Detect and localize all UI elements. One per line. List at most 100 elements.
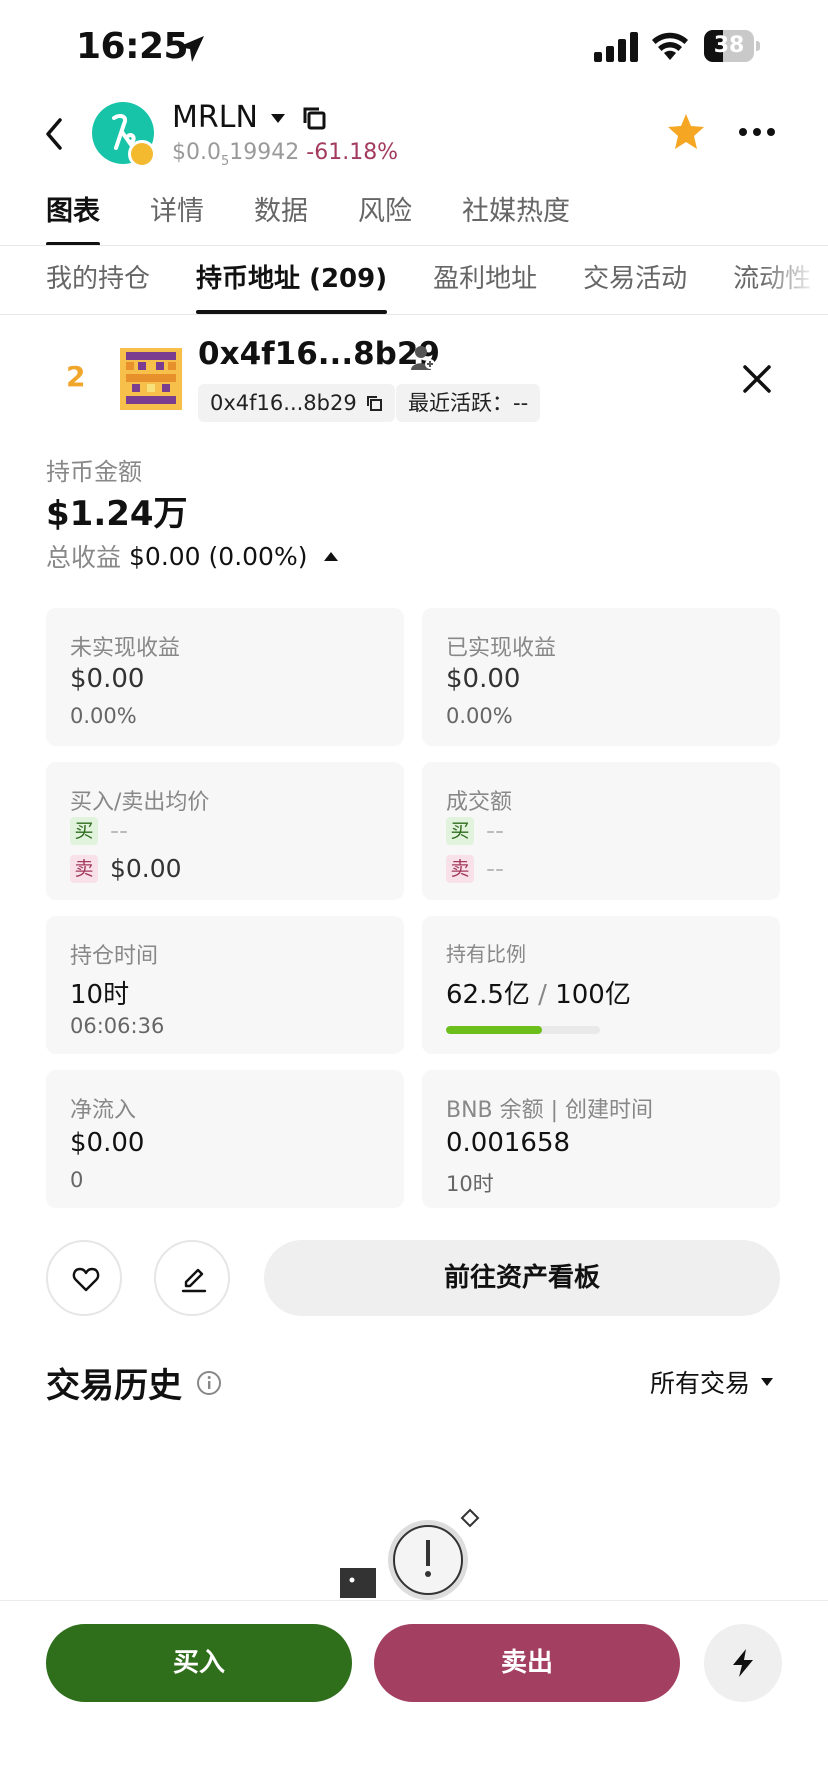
total-pnl-label: 总收益: [46, 543, 122, 572]
tab-data[interactable]: 数据: [254, 192, 308, 246]
total-supply: 100亿: [555, 980, 631, 1010]
holder-address-title: 0x4f16...8b29: [198, 336, 440, 372]
caret-down-icon[interactable]: [270, 112, 286, 124]
battery-text: 38: [713, 33, 745, 58]
realized-label: 已实现收益: [446, 636, 557, 661]
total-pnl-value: $0.00 (0.00%): [129, 541, 308, 571]
hold-time-value: 10时: [70, 980, 130, 1010]
hold-ratio-value: 62.5亿 / 100亿: [446, 974, 631, 1011]
buy-button[interactable]: 买入: [46, 1624, 352, 1702]
realized-pnl-card: 已实现收益 $0.00 0.00%: [422, 608, 780, 746]
avg-sell-line: 卖 $0.00: [70, 854, 182, 883]
battery-cap: [756, 41, 760, 51]
created-time: 10时: [446, 1172, 494, 1196]
avg-buy-value: --: [110, 816, 129, 845]
status-time: 16:25: [76, 26, 189, 67]
sell-tag: 卖: [446, 854, 474, 883]
subtabs-fade: [760, 258, 828, 310]
subtab-activity[interactable]: 交易活动: [583, 258, 687, 314]
hold-ratio-label: 持有比例: [446, 942, 526, 966]
price-prefix: $0.0: [172, 140, 221, 165]
info-icon[interactable]: [196, 1370, 222, 1396]
last-active-chip: 最近活跃：--: [396, 384, 541, 422]
hold-ratio-card: 持有比例 62.5亿 / 100亿: [422, 916, 780, 1054]
price-digits: 19942: [229, 140, 300, 165]
signal-icon: [594, 32, 638, 62]
total-pnl-row[interactable]: 总收益 $0.00 (0.00%): [46, 538, 339, 574]
sell-button[interactable]: 卖出: [374, 1624, 680, 1702]
trade-history-title: 交易历史: [46, 1366, 182, 1406]
price-subscript: 5: [220, 154, 230, 169]
bnb-balance-label: BNB 余额 | 创建时间: [446, 1098, 654, 1123]
edit-icon: [181, 1268, 207, 1293]
subtab-profitable[interactable]: 盈利地址: [433, 258, 537, 314]
more-icon[interactable]: [738, 126, 776, 138]
avg-price-card: 买入/卖出均价 买 -- 卖 $0.00: [46, 762, 404, 900]
realized-value: $0.00: [446, 664, 521, 694]
subtab-my-position[interactable]: 我的持仓: [46, 258, 150, 314]
unrealized-pnl-card: 未实现收益 $0.00 0.00%: [46, 608, 404, 746]
wifi-icon: [652, 32, 688, 60]
token-name[interactable]: MRLN: [172, 100, 258, 135]
volume-buy-value: --: [486, 816, 505, 845]
asset-dashboard-button[interactable]: 前往资产看板: [264, 1240, 780, 1316]
battery-indicator: 38: [704, 30, 760, 62]
trade-filter-dropdown[interactable]: 所有交易: [650, 1364, 774, 1400]
volume-sell-value: --: [486, 854, 505, 883]
bnb-balance-value: 0.001658: [446, 1128, 571, 1158]
realized-pct: 0.00%: [446, 704, 513, 728]
hold-ratio-progress-fill: [446, 1026, 543, 1034]
main-tabs: 图表 详情 数据 风险 社媒热度: [46, 192, 620, 246]
tab-details[interactable]: 详情: [150, 192, 204, 246]
holding-amount-label: 持币金额: [46, 458, 142, 486]
tab-social[interactable]: 社媒热度: [462, 192, 570, 246]
copy-address-icon[interactable]: [365, 394, 383, 412]
status-bar: 16:25 38: [0, 0, 828, 96]
caret-up-icon[interactable]: [323, 550, 339, 562]
hold-ratio-progress: [446, 1026, 600, 1034]
tab-chart[interactable]: 图表: [46, 192, 100, 246]
net-inflow-label: 净流入: [70, 1098, 137, 1123]
copy-icon[interactable]: [300, 104, 328, 132]
hold-time-sub: 06:06:36: [70, 1014, 165, 1038]
trade-filter-label: 所有交易: [650, 1369, 751, 1398]
avg-sell-value: $0.00: [110, 854, 182, 883]
location-arrow-icon: [178, 36, 204, 62]
back-icon[interactable]: [40, 116, 70, 152]
unrealized-label: 未实现收益: [70, 636, 181, 661]
held-amount: 62.5亿: [446, 980, 530, 1010]
buy-tag: 买: [70, 816, 98, 845]
subtab-holders[interactable]: 持币地址 (209): [196, 258, 388, 314]
close-icon[interactable]: [742, 364, 772, 394]
tabs-divider: [0, 245, 828, 246]
person-icon[interactable]: [410, 344, 436, 372]
net-inflow-sub: 0: [70, 1168, 84, 1192]
unrealized-value: $0.00: [70, 664, 145, 694]
net-inflow-card: 净流入 $0.00 0: [46, 1070, 404, 1208]
lightning-icon: [733, 1649, 753, 1677]
holder-rank: 2: [66, 360, 86, 393]
ratio-separator: /: [538, 980, 547, 1010]
avg-buy-line: 买 --: [70, 816, 128, 845]
edit-note-button[interactable]: [154, 1240, 230, 1316]
volume-sell-line: 卖 --: [446, 854, 504, 883]
bnb-chain-badge: [128, 140, 156, 168]
follow-button[interactable]: [46, 1240, 122, 1316]
net-inflow-value: $0.00: [70, 1128, 145, 1158]
price-change: -61.18%: [306, 140, 399, 165]
token-price: $0.0519942 -61.18%: [172, 140, 399, 169]
address-chip-text: 0x4f16...8b29: [210, 391, 357, 415]
holding-amount-value: $1.24万: [46, 494, 188, 534]
avg-price-label: 买入/卖出均价: [70, 790, 210, 815]
heart-icon: [72, 1267, 100, 1292]
unrealized-pct: 0.00%: [70, 704, 137, 728]
volume-card: 成交额 买 -- 卖 --: [422, 762, 780, 900]
sub-tabs: 我的持仓 持币地址 (209) 盈利地址 交易活动 流动性: [46, 258, 828, 314]
favorite-star-icon[interactable]: [666, 112, 706, 152]
holder-avatar: [120, 348, 182, 410]
quick-trade-button[interactable]: [704, 1624, 782, 1702]
tab-risk[interactable]: 风险: [358, 192, 412, 246]
address-chip[interactable]: 0x4f16...8b29: [198, 384, 395, 422]
battery-body: 38: [704, 30, 754, 62]
subtabs-divider: [0, 314, 828, 315]
